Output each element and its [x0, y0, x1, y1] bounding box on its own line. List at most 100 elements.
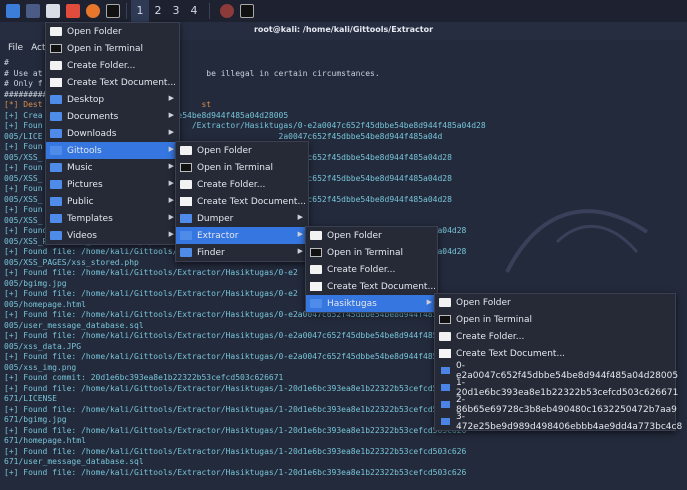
chevron-right-icon: ▶: [168, 111, 174, 119]
chevron-right-icon: ▶: [426, 298, 432, 306]
recording-icon[interactable]: [220, 4, 234, 18]
menu2-item[interactable]: Create Text Document...: [176, 193, 308, 210]
menu1-item[interactable]: Open in Terminal: [46, 40, 179, 57]
menu2-item[interactable]: Dumper ▶: [176, 210, 308, 227]
terminal-line: 671/user_message_database.sql: [4, 457, 144, 466]
menu-item-label: Open in Terminal: [456, 314, 532, 325]
workspace-3[interactable]: 3: [167, 0, 185, 22]
new-file-icon: [310, 282, 322, 291]
chevron-right-icon: ▶: [168, 94, 174, 102]
folder-icon: [441, 401, 450, 408]
folder-icon: [50, 231, 62, 240]
menu-item-label: Open Folder: [327, 230, 382, 241]
menu-item-label: Pictures: [67, 179, 103, 190]
menu3-item[interactable]: Create Folder...: [306, 261, 437, 278]
folder-icon: [439, 298, 451, 307]
menu-item-label: Dumper: [197, 213, 234, 224]
menu1-item[interactable]: Open Folder: [46, 23, 179, 40]
menu1-item[interactable]: Public ▶: [46, 193, 179, 210]
menu-item-label: Gittools: [67, 145, 102, 156]
menu2-item[interactable]: Finder ▶: [176, 244, 308, 261]
chevron-right-icon: ▶: [168, 128, 174, 136]
menu3-item[interactable]: Open Folder: [306, 227, 437, 244]
menu-item-label: Open in Terminal: [67, 43, 143, 54]
menu4-item[interactable]: 0-e2a0047c652f45dbbe54be8d944f485a04d280…: [435, 361, 678, 381]
firefox-icon[interactable]: [86, 4, 100, 18]
menu1-item[interactable]: Music ▶: [46, 159, 179, 176]
terminal-launcher-icon[interactable]: [106, 4, 120, 18]
places-menu: Open Folder Open in Terminal Create Folder…: [45, 22, 180, 245]
menu1-item[interactable]: Create Text Document...: [46, 74, 179, 91]
menu-file[interactable]: File: [8, 40, 23, 56]
folder-icon: [50, 27, 62, 36]
taskbar-separator: [126, 3, 127, 19]
folder-icon: [441, 384, 450, 391]
menu4-item[interactable]: 1-20d1e6bc393ea8e1b22322b53cefcd503c6266…: [435, 378, 678, 398]
menu4-item[interactable]: 2-86b65e69728c3b8eb490480c1632250472b7aa…: [435, 395, 677, 415]
chevron-right-icon: ▶: [168, 162, 174, 170]
menu-item-label: Downloads: [67, 128, 117, 139]
menu1-item[interactable]: Documents ▶: [46, 108, 179, 125]
new-file-icon: [439, 349, 451, 358]
kali-menu-icon[interactable]: [6, 4, 20, 18]
chevron-right-icon: ▶: [297, 230, 303, 238]
workspace-2[interactable]: 2: [149, 0, 167, 22]
menu1-item[interactable]: Create Folder...: [46, 57, 179, 74]
menu2-item[interactable]: Open in Terminal: [176, 159, 308, 176]
menu3-item[interactable]: Open in Terminal: [306, 244, 437, 261]
hasiktugas-submenu: Open Folder Open in Terminal Create Folder…: [434, 293, 682, 432]
workspace-1[interactable]: 1: [131, 0, 149, 22]
menu2-item[interactable]: Extractor ▶: [176, 227, 308, 244]
menu-item-label: Videos: [67, 230, 97, 241]
menu4-item[interactable]: Open Folder: [435, 294, 675, 311]
menu3-item[interactable]: Create Text Document...: [306, 278, 437, 295]
terminal-icon: [180, 163, 192, 172]
terminal-icon: [439, 315, 451, 324]
menu-item-label: Desktop: [67, 94, 105, 105]
folder-icon: [50, 180, 62, 189]
workspace-4[interactable]: 4: [185, 0, 203, 22]
folder-icon: [50, 197, 62, 206]
menu3-item[interactable]: Hasiktugas ▶: [306, 295, 437, 312]
menu-item-label: Hasiktugas: [327, 298, 377, 309]
menu4-item[interactable]: Open in Terminal: [435, 311, 675, 328]
text-editor-icon[interactable]: [66, 4, 80, 18]
menu1-item[interactable]: Gittools ▶: [46, 142, 179, 159]
menu-item-label: Extractor: [197, 230, 239, 241]
menu-item-label: Create Text Document...: [456, 348, 566, 359]
menu1-item[interactable]: Templates ▶: [46, 210, 179, 227]
new-file-icon: [50, 78, 62, 87]
chevron-right-icon: ▶: [168, 213, 174, 221]
folder-icon: [441, 367, 450, 374]
menu-item-label: Open in Terminal: [327, 247, 403, 258]
menu-item-label: Create Text Document...: [67, 77, 177, 88]
menu2-item[interactable]: Create Folder...: [176, 176, 308, 193]
menu-item-label: Create Folder...: [456, 331, 525, 342]
menu-actions[interactable]: Act: [31, 40, 45, 56]
terminal-line: [+] Found file: /home/kali/Gittools/Extr…: [4, 467, 467, 477]
menu2-item[interactable]: Open Folder: [176, 142, 308, 159]
new-folder-icon: [310, 265, 322, 274]
menu4-item[interactable]: Create Folder...: [435, 328, 675, 345]
menu4-item[interactable]: Create Text Document...: [435, 345, 675, 362]
chevron-right-icon: ▶: [168, 196, 174, 204]
new-folder-icon: [50, 61, 62, 70]
menu4-item[interactable]: 3-472e25be9d989d498406ebbb4ae9dd4a773bc4…: [435, 412, 682, 432]
menu-item-label: Open in Terminal: [197, 162, 273, 173]
file-manager-icon[interactable]: [46, 4, 60, 18]
new-folder-icon: [439, 332, 451, 341]
desktop-icon[interactable]: [26, 4, 40, 18]
menu-item-label: Create Folder...: [197, 179, 266, 190]
menu1-item[interactable]: Desktop ▶: [46, 91, 179, 108]
menu1-item[interactable]: Videos ▶: [46, 227, 179, 244]
terminal-task-icon[interactable]: [240, 4, 254, 18]
chevron-right-icon: ▶: [168, 179, 174, 187]
chevron-right-icon: ▶: [168, 145, 174, 153]
folder-icon: [180, 214, 192, 223]
menu1-item[interactable]: Pictures ▶: [46, 176, 179, 193]
folder-icon: [310, 231, 322, 240]
chevron-right-icon: ▶: [297, 247, 303, 255]
folder-icon: [180, 146, 192, 155]
folder-icon: [50, 112, 62, 121]
menu1-item[interactable]: Downloads ▶: [46, 125, 179, 142]
